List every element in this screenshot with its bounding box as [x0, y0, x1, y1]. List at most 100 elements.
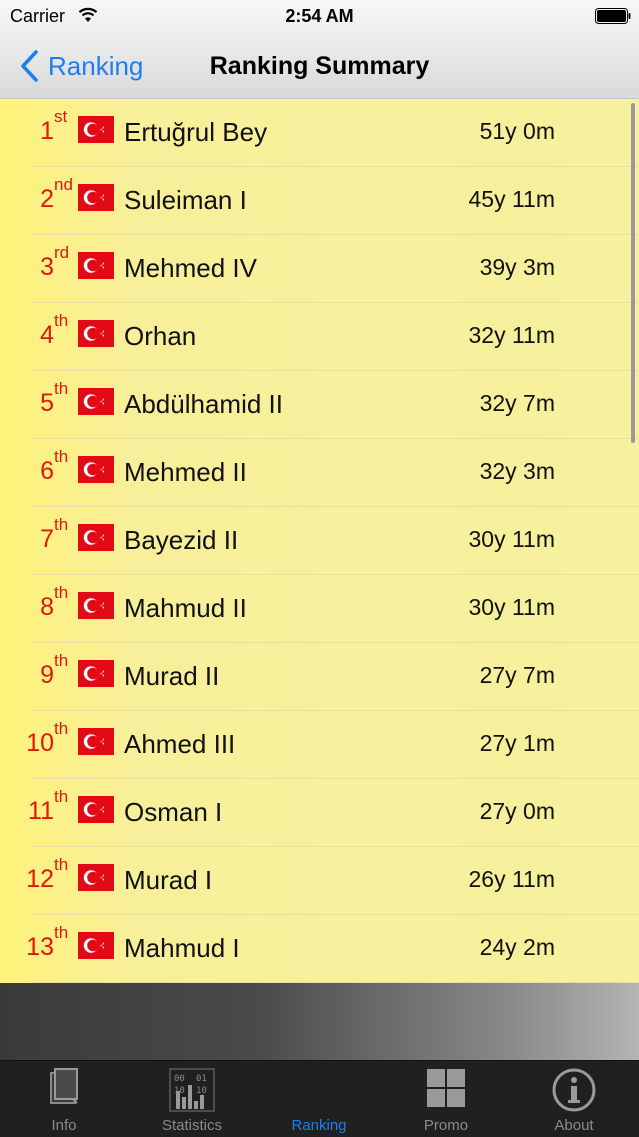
- tab-promo-label: Promo: [423, 1117, 469, 1134]
- sultan-name: Bayezid II: [124, 525, 239, 555]
- tab-info[interactable]: Info: [0, 1061, 128, 1137]
- reign-duration: 27y 0m: [479, 798, 555, 824]
- grid-icon: [427, 1069, 465, 1107]
- rank-suffix: th: [54, 515, 69, 534]
- turkey-flag-icon: [78, 116, 114, 143]
- rank-suffix: th: [54, 855, 69, 874]
- turkey-flag-icon: [78, 592, 114, 619]
- turkey-flag-icon: [78, 864, 114, 891]
- rank-number: 7: [40, 525, 54, 553]
- page-title: Ranking Summary: [209, 52, 430, 80]
- reign-duration: 27y 7m: [479, 662, 555, 688]
- reign-duration: 45y 11m: [468, 186, 555, 212]
- rank-number: 1: [40, 117, 54, 145]
- rank-suffix: th: [54, 787, 69, 806]
- sultan-name: Mahmud I: [124, 933, 240, 963]
- scrollbar[interactable]: [631, 103, 635, 443]
- rank-suffix: th: [54, 651, 69, 670]
- reign-duration: 32y 3m: [479, 458, 555, 484]
- turkey-flag-icon: [78, 252, 114, 279]
- reign-duration: 32y 11m: [468, 322, 555, 348]
- rank-number: 9: [40, 661, 54, 689]
- turkey-flag-icon: [78, 660, 114, 687]
- sultan-name: Ahmed III: [124, 729, 236, 759]
- tab-info-label: Info: [51, 1117, 77, 1134]
- rank-suffix: th: [54, 583, 69, 602]
- svg-text:01: 01: [196, 1074, 207, 1084]
- reign-duration: 51y 0m: [479, 118, 555, 144]
- ranking-row[interactable]: 8th Mahmud II 30y 11m: [0, 575, 639, 643]
- turkey-flag-icon: [78, 932, 114, 959]
- reign-duration: 30y 11m: [468, 594, 555, 620]
- rank-suffix: nd: [54, 175, 73, 194]
- sultan-name: Murad II: [124, 661, 220, 691]
- rank-number: 5: [40, 389, 54, 417]
- rank-suffix: rd: [54, 243, 70, 262]
- sultan-name: Mahmud II: [124, 593, 247, 623]
- sultan-name: Mehmed IV: [124, 253, 257, 283]
- rank-suffix: th: [54, 379, 69, 398]
- ranking-row[interactable]: 13th Mahmud I 24y 2m: [0, 915, 639, 983]
- ranking-row[interactable]: 3rd Mehmed IV 39y 3m: [0, 235, 639, 303]
- rank-number: 8: [40, 593, 54, 621]
- info-icon: [552, 1068, 596, 1112]
- rank-number: 4: [40, 321, 54, 349]
- status-bar: Carrier 2:54 AM: [0, 0, 639, 34]
- tab-bar: Info 00 01 10 10 Statistics Ranking: [0, 1060, 639, 1137]
- ranking-list[interactable]: 1st Ertuğrul Bey 51y 0m 2nd Suleiman I 45y 11…: [0, 99, 639, 983]
- rank-number: 3: [40, 253, 54, 281]
- ranking-row[interactable]: 4th Orhan 32y 11m: [0, 303, 639, 371]
- rank-number: 12: [26, 865, 54, 893]
- reign-duration: 32y 7m: [479, 390, 555, 416]
- reign-duration: 24y 2m: [479, 934, 555, 960]
- rank-number: 11: [28, 797, 54, 825]
- ranking-icon: [299, 1067, 339, 1107]
- turkey-flag-icon: [78, 456, 114, 483]
- sultan-name: Murad I: [124, 865, 213, 895]
- rank-suffix: th: [54, 923, 69, 942]
- sultan-name: Mehmed II: [124, 457, 247, 487]
- sultan-name: Suleiman I: [124, 185, 247, 215]
- battery-icon: [595, 8, 631, 24]
- sultan-name: Ertuğrul Bey: [124, 117, 268, 147]
- ranking-row[interactable]: 1st Ertuğrul Bey 51y 0m: [0, 99, 639, 167]
- banner-area: [0, 983, 639, 1060]
- rank-suffix: th: [54, 311, 69, 330]
- ranking-row[interactable]: 2nd Suleiman I 45y 11m: [0, 167, 639, 235]
- rank-number: 2: [40, 185, 54, 213]
- reign-duration: 39y 3m: [479, 254, 555, 280]
- svg-text:10: 10: [196, 1086, 207, 1096]
- statistics-icon: 00 01 10 10: [169, 1068, 215, 1112]
- turkey-flag-icon: [78, 796, 114, 823]
- navigation-bar: Ranking Ranking Summary: [0, 34, 639, 99]
- tab-ranking[interactable]: Ranking: [255, 1061, 383, 1137]
- sultan-name: Abdülhamid II: [124, 389, 283, 419]
- turkey-flag-icon: [78, 524, 114, 551]
- tab-about[interactable]: About: [510, 1061, 638, 1137]
- reign-duration: 26y 11m: [468, 866, 555, 892]
- reign-duration: 30y 11m: [468, 526, 555, 552]
- tab-statistics[interactable]: 00 01 10 10 Statistics: [128, 1061, 256, 1137]
- turkey-flag-icon: [78, 184, 114, 211]
- book-icon: [50, 1068, 78, 1104]
- ranking-row[interactable]: 10th Ahmed III 27y 1m: [0, 711, 639, 779]
- ranking-row[interactable]: 12th Murad I 26y 11m: [0, 847, 639, 915]
- rank-suffix: th: [54, 719, 69, 738]
- turkey-flag-icon: [78, 320, 114, 347]
- ranking-row[interactable]: 9th Murad II 27y 7m: [0, 643, 639, 711]
- rank-number: 10: [26, 729, 54, 757]
- ranking-row[interactable]: 11th Osman I 27y 0m: [0, 779, 639, 847]
- clock: 2:54 AM: [285, 6, 354, 26]
- tab-promo[interactable]: Promo: [382, 1061, 510, 1137]
- tab-statistics-label: Statistics: [161, 1117, 222, 1134]
- ranking-row[interactable]: 5th Abdülhamid II 32y 7m: [0, 371, 639, 439]
- svg-text:00: 00: [174, 1074, 185, 1084]
- ranking-row[interactable]: 7th Bayezid II 30y 11m: [0, 507, 639, 575]
- rank-number: 6: [40, 457, 54, 485]
- sultan-name: Orhan: [124, 321, 197, 351]
- tab-ranking-label: Ranking: [291, 1117, 347, 1134]
- rank-number: 13: [26, 933, 54, 961]
- rank-suffix: st: [54, 107, 68, 126]
- rank-suffix: th: [54, 447, 69, 466]
- ranking-row[interactable]: 6th Mehmed II 32y 3m: [0, 439, 639, 507]
